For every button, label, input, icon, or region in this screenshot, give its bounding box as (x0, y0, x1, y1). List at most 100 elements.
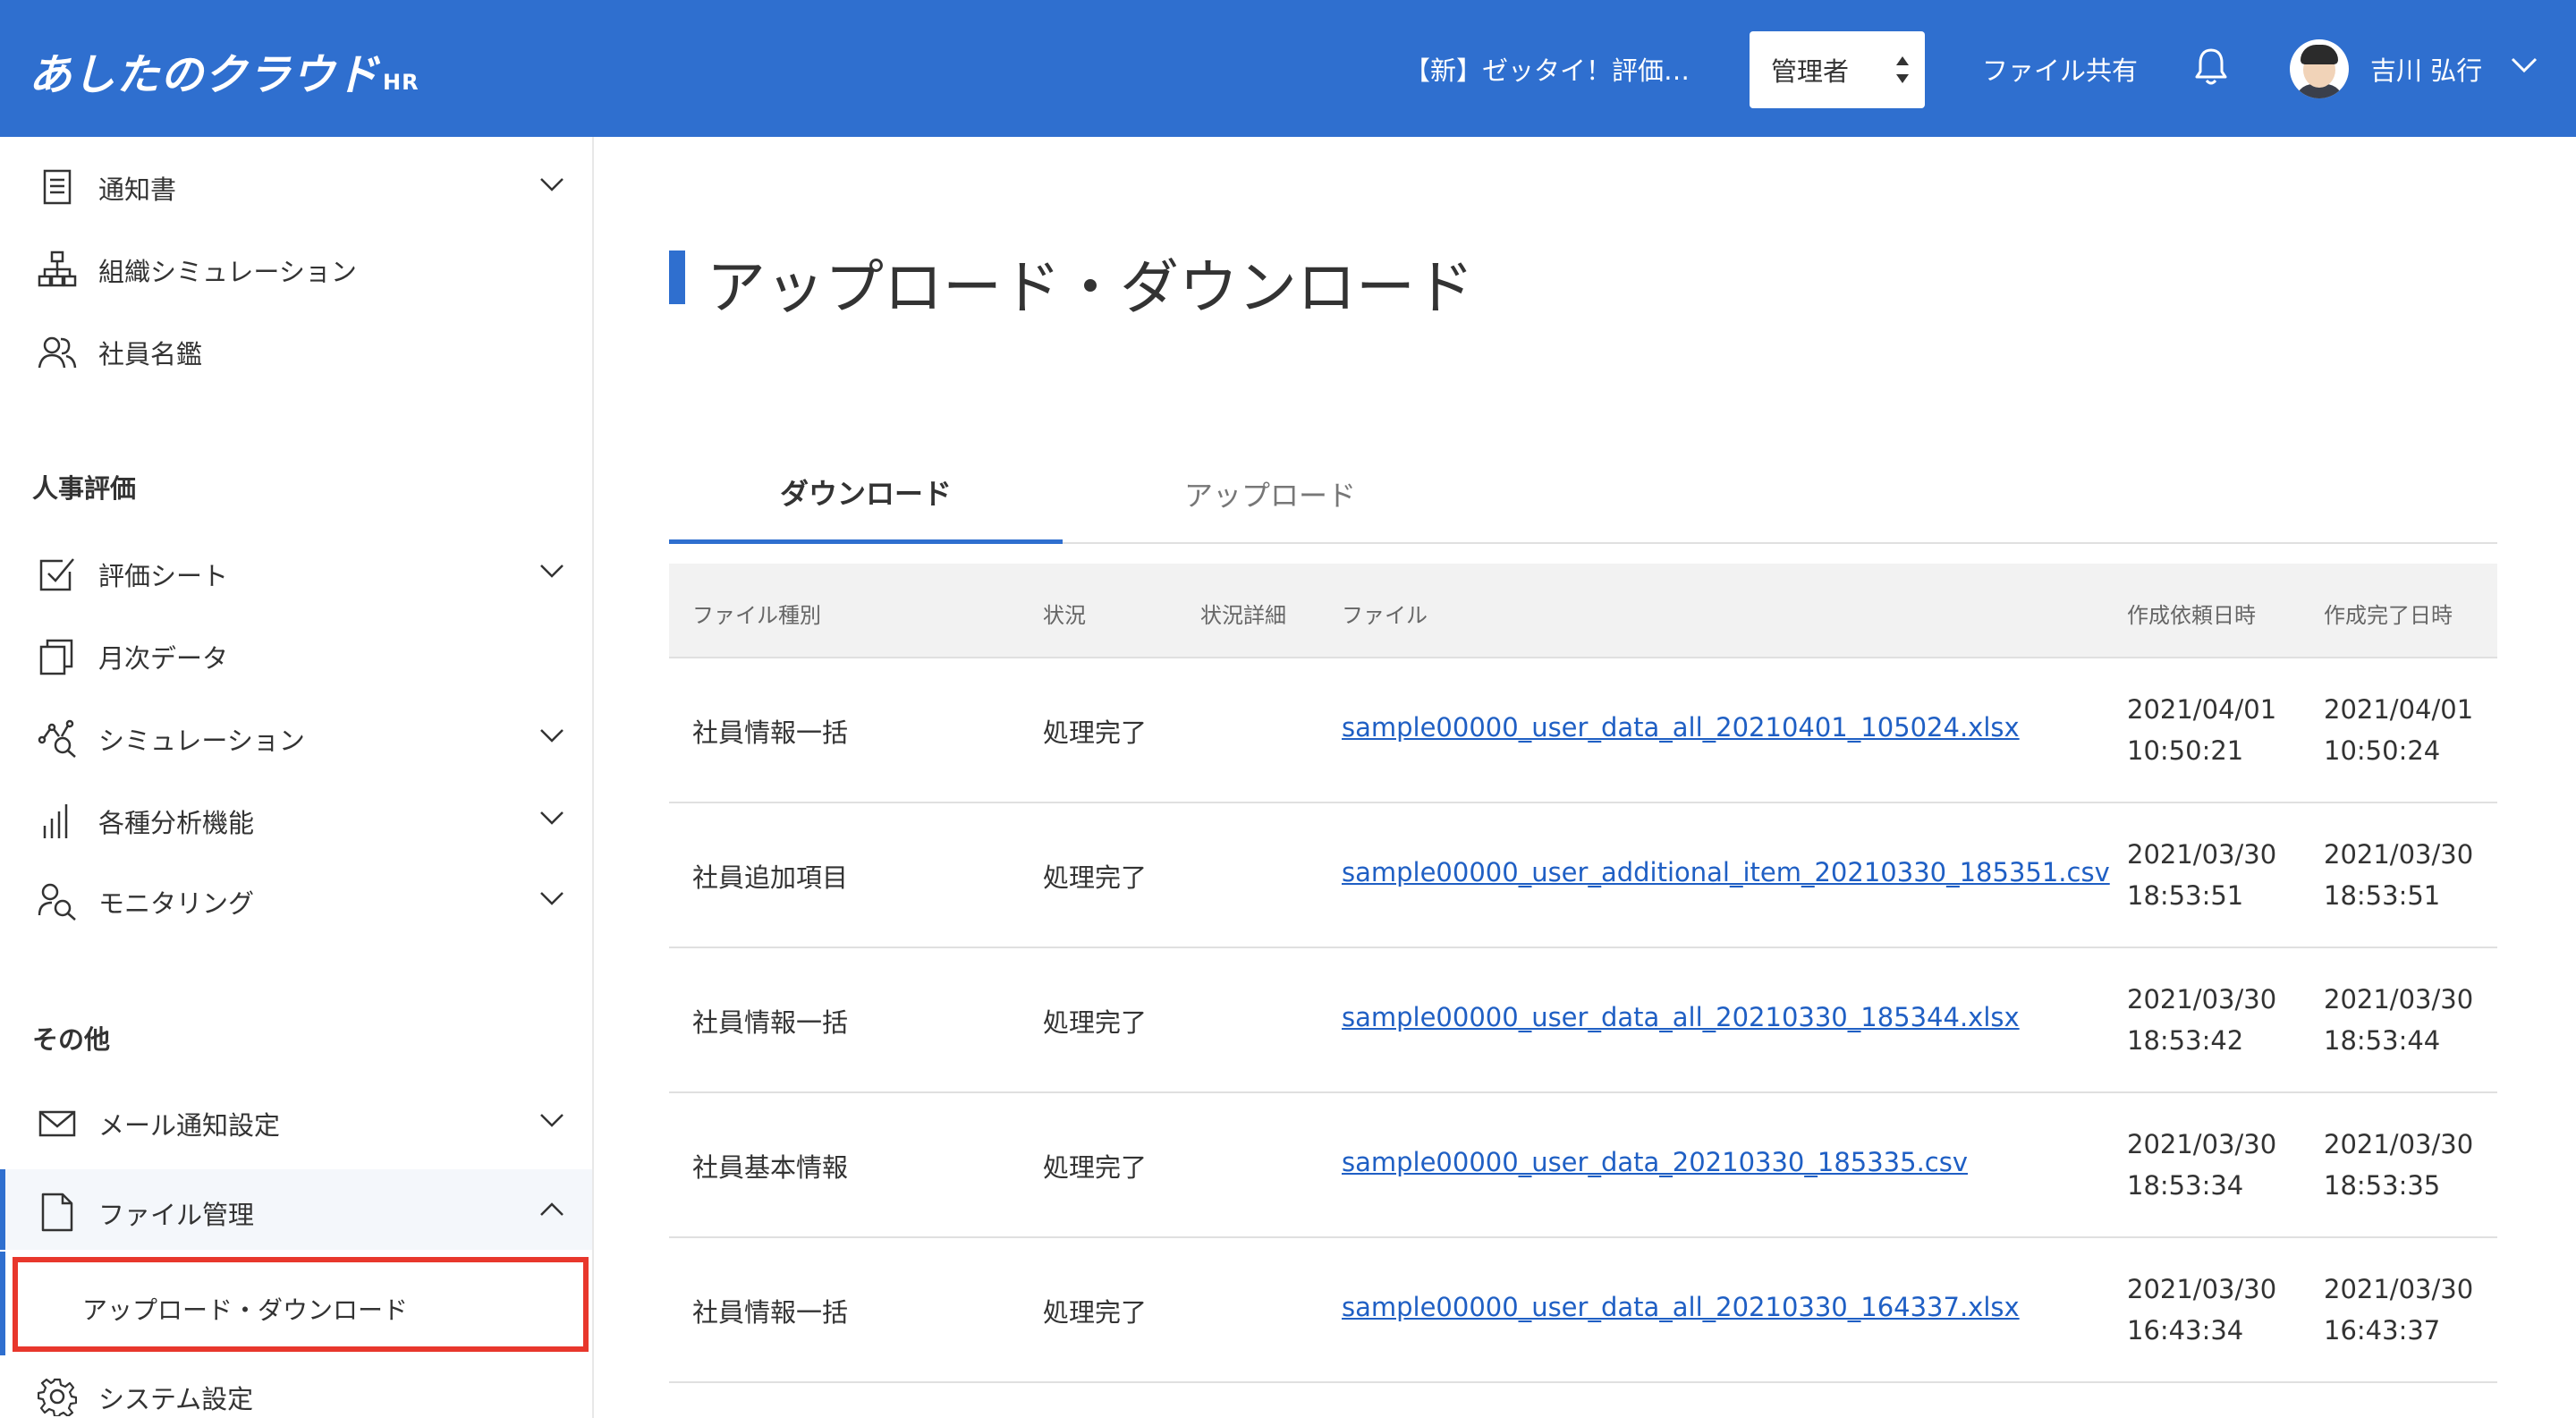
page-title: アップロード・ダウンロード (707, 253, 1474, 322)
analytics-icon (38, 719, 76, 758)
cell-requested-at: 2021/03/30 18:53:51 (2127, 834, 2276, 916)
completed-time: 18:53:35 (2324, 1170, 2441, 1201)
chevron-down-icon (540, 892, 564, 905)
sidebar-item-label: 通知書 (98, 174, 177, 205)
cell-requested-at: 2021/03/30 16:43:34 (2127, 1269, 2276, 1351)
file-download-link[interactable]: sample00000_user_data_all_20210330_18534… (1342, 1002, 2020, 1032)
cell-file-type: 社員追加項目 (692, 862, 849, 893)
sidebar-item-notice[interactable]: 通知書 (0, 144, 592, 225)
select-arrows-icon (1896, 56, 1909, 83)
cell-completed-at: 2021/03/30 18:53:35 (2324, 1124, 2473, 1206)
file-download-link[interactable]: sample00000_user_additional_item_2021033… (1342, 857, 2110, 887)
table-row: 社員情報一括 処理完了 sample00000_user_data_all_20… (669, 1238, 2497, 1383)
tab-download[interactable]: ダウンロード (669, 444, 1063, 544)
bell-icon[interactable] (2193, 47, 2229, 88)
sidebar-item-label: 評価シート (98, 561, 229, 591)
active-indicator (0, 1252, 5, 1355)
chevron-down-icon (540, 178, 564, 191)
cell-status: 処理完了 (1043, 1297, 1148, 1328)
sidebar-subitem-upload-download[interactable]: アップロード・ダウンロード (13, 1257, 589, 1352)
column-header-requested-at: 作成依頼日時 (2127, 603, 2256, 628)
chevron-up-icon (540, 1202, 564, 1216)
sidebar-item-label: メール通知設定 (98, 1110, 281, 1141)
requested-time: 18:53:42 (2127, 1025, 2244, 1056)
sidebar-item-evaluation-sheet[interactable]: 評価シート (0, 531, 592, 611)
sidebar-item-label: システム設定 (98, 1384, 254, 1414)
requested-time: 16:43:34 (2127, 1315, 2244, 1346)
file-download-link[interactable]: sample00000_user_data_20210330_185335.cs… (1342, 1147, 1968, 1177)
section-title-hr: 人事評価 (32, 473, 137, 504)
mail-icon (38, 1110, 76, 1137)
role-select-value: 管理者 (1771, 56, 1850, 87)
file-share-link[interactable]: ファイル共有 (1982, 50, 2138, 88)
requested-time: 18:53:34 (2127, 1170, 2244, 1201)
completed-date: 2021/03/30 (2324, 1129, 2474, 1159)
sidebar-item-employee-directory[interactable]: 社員名鑑 (0, 309, 592, 389)
sidebar-item-label: 月次データ (98, 643, 229, 674)
sidebar-item-label: 組織シミュレーション (98, 257, 357, 287)
active-indicator (0, 1169, 5, 1250)
requested-date: 2021/04/01 (2127, 694, 2277, 725)
requested-date: 2021/03/30 (2127, 839, 2277, 870)
cell-file-type: 社員情報一括 (692, 1297, 849, 1328)
sidebar-item-label: ファイル管理 (98, 1200, 255, 1230)
chevron-down-icon[interactable] (2510, 54, 2538, 75)
sidebar-item-label: 社員名鑑 (98, 339, 203, 369)
completed-time: 16:43:37 (2324, 1315, 2441, 1346)
completed-date: 2021/03/30 (2324, 984, 2474, 1015)
cell-status: 処理完了 (1043, 1152, 1148, 1183)
completed-date: 2021/03/30 (2324, 1274, 2474, 1304)
app-logo[interactable]: あしたのクラウド HR (29, 39, 419, 102)
evaluation-notice-link[interactable]: 【新】ゼッタイ！評価… (1404, 50, 1690, 88)
cell-status: 処理完了 (1043, 717, 1148, 748)
sidebar-item-analytics[interactable]: 各種分析機能 (0, 777, 592, 858)
sidebar-item-label: 各種分析機能 (98, 808, 255, 838)
requested-date: 2021/03/30 (2127, 1274, 2277, 1304)
tab-bar: ダウンロード アップロード (669, 444, 2497, 544)
completed-time: 18:53:44 (2324, 1025, 2441, 1056)
requested-date: 2021/03/30 (2127, 1129, 2277, 1159)
org-chart-icon (38, 250, 77, 287)
top-header: あしたのクラウド HR 【新】ゼッタイ！評価… 管理者 ファイル共有 吉川 弘行 (0, 0, 2576, 137)
user-search-icon (38, 883, 76, 921)
section-title-other: その他 (32, 1024, 111, 1055)
file-download-link[interactable]: sample00000_user_data_all_20210330_16433… (1342, 1292, 2020, 1322)
table-row: 社員追加項目 処理完了 sample00000_user_additional_… (669, 803, 2497, 948)
cell-file-type: 社員情報一括 (692, 717, 849, 748)
sidebar-item-mail-settings[interactable]: メール通知設定 (0, 1080, 592, 1160)
column-header-file: ファイル (1342, 603, 1428, 628)
checkbox-icon (39, 558, 74, 591)
cell-status: 処理完了 (1043, 1007, 1148, 1038)
sidebar-item-org-simulation[interactable]: 組織シミュレーション (0, 226, 592, 307)
chevron-down-icon (540, 565, 564, 578)
cell-completed-at: 2021/03/30 18:53:51 (2324, 834, 2473, 916)
requested-time: 10:50:21 (2127, 735, 2244, 766)
avatar[interactable] (2290, 39, 2349, 98)
cell-file-type: 社員基本情報 (692, 1152, 849, 1183)
chevron-down-icon (540, 811, 564, 825)
column-header-file-type: ファイル種別 (692, 603, 821, 628)
chevron-down-icon (540, 1114, 564, 1127)
cell-completed-at: 2021/03/30 18:53:44 (2324, 979, 2473, 1061)
sidebar-item-monthly-data[interactable]: 月次データ (0, 613, 592, 693)
logo-text: あしたのクラウド (29, 50, 380, 100)
role-select[interactable]: 管理者 (1750, 31, 1925, 108)
file-icon (41, 1193, 73, 1232)
table-row: 社員情報一括 処理完了 sample00000_user_data_all_20… (669, 658, 2497, 803)
sidebar-item-label: モニタリング (98, 888, 255, 919)
tab-upload[interactable]: アップロード (1073, 444, 1467, 544)
cell-completed-at: 2021/04/01 10:50:24 (2324, 689, 2473, 771)
requested-time: 18:53:51 (2127, 880, 2244, 911)
table-header: ファイル種別 状況 状況詳細 ファイル 作成依頼日時 作成完了日時 (669, 564, 2497, 658)
cell-file-type: 社員情報一括 (692, 1007, 849, 1038)
sidebar-item-monitoring[interactable]: モニタリング (0, 858, 592, 938)
sidebar: 通知書 組織シミュレーション 社員名鑑 人事評価 評価シート 月次データ シミュ… (0, 137, 594, 1418)
sidebar-item-simulation[interactable]: シミュレーション (0, 695, 592, 776)
file-download-link[interactable]: sample00000_user_data_all_20210401_10502… (1342, 712, 2020, 743)
sidebar-item-file-management[interactable]: ファイル管理 (0, 1169, 592, 1250)
cell-requested-at: 2021/03/30 18:53:34 (2127, 1124, 2276, 1206)
people-icon (38, 336, 77, 369)
completed-date: 2021/03/30 (2324, 839, 2474, 870)
sidebar-item-system-settings[interactable]: システム設定 (0, 1354, 592, 1418)
user-name[interactable]: 吉川 弘行 (2370, 50, 2482, 88)
